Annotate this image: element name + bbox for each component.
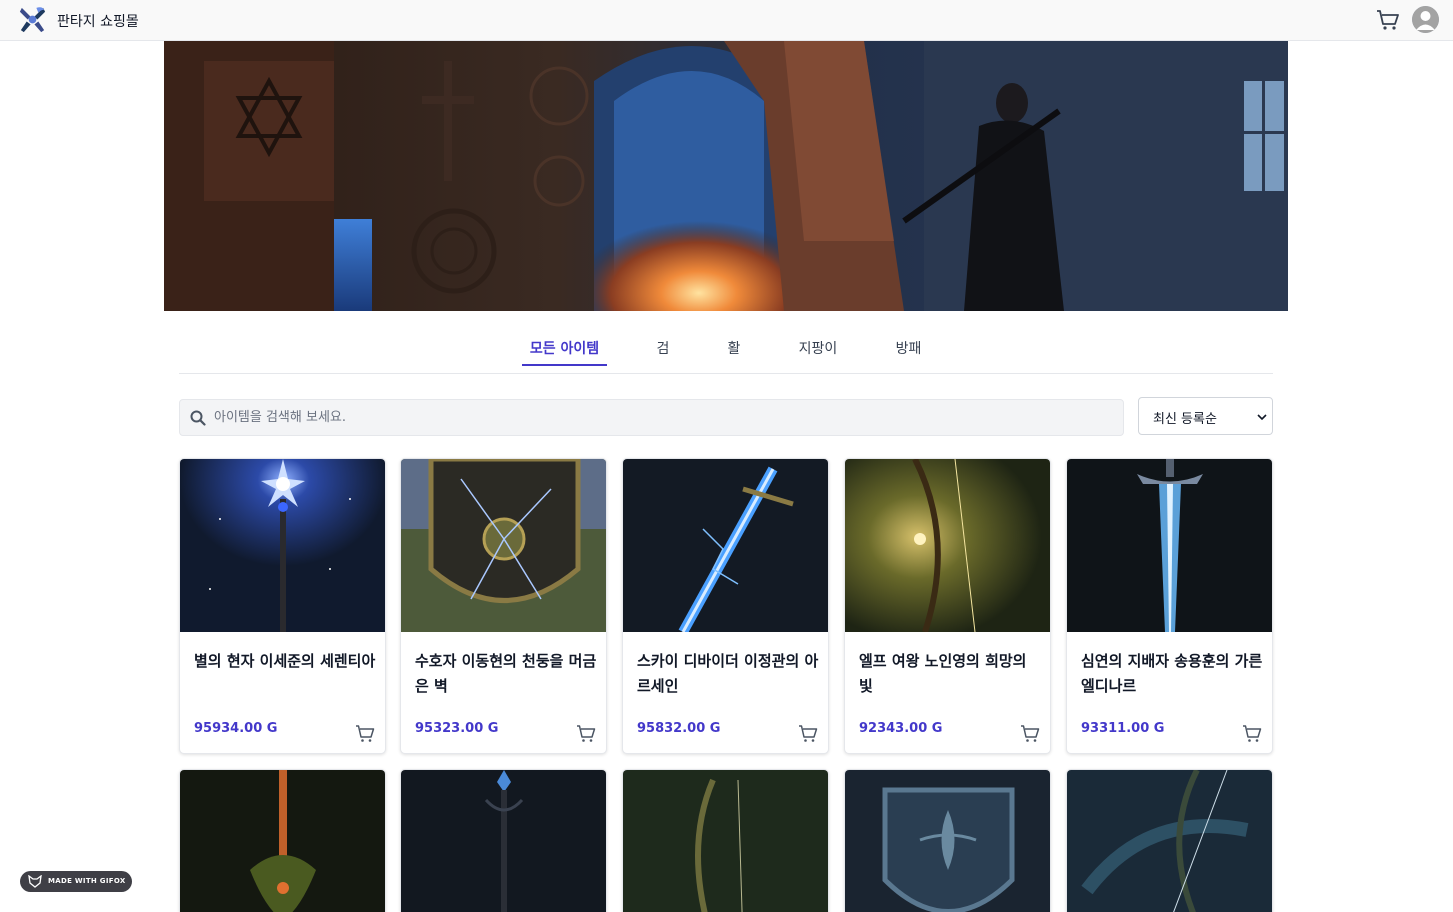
add-to-cart-icon[interactable] [355,724,375,743]
product-name: 심연의 지배자 송용훈의 가른 엘디나르 [1081,652,1263,695]
tab-staff[interactable]: 지팡이 [789,338,847,366]
product-card[interactable]: 심연의 지배자 송용훈의 가른 엘디나르 93311.00 G [1066,458,1273,754]
product-image-mist-bow [1067,770,1272,912]
user-avatar-icon[interactable] [1412,6,1439,33]
tab-sword[interactable]: 검 [647,338,679,366]
product-card[interactable]: 스카이 디바이더 이정관의 아르세인 95832.00 G [622,458,829,754]
tab-shield[interactable]: 방패 [886,338,931,366]
product-image-flame-sword [180,770,385,912]
fox-icon [28,875,42,888]
badge-label: MADE WITH GIFOX [48,877,126,885]
product-name: 스카이 디바이더 이정관의 아르세인 [637,652,819,695]
hero-banner [164,41,1288,311]
product-name: 수호자 이동현의 천둥을 머금은 벽 [415,652,597,695]
category-tabs: 모든 아이템 검 활 지팡이 방패 [179,330,1273,374]
product-card[interactable]: 엘프 여왕 노인영의 희망의 빛 92343.00 G [844,458,1051,754]
product-image-starlight-staff [180,459,385,632]
search-bar[interactable] [179,399,1124,436]
product-image-ice-sword [1067,459,1272,632]
product-card[interactable] [400,769,607,912]
cart-icon[interactable] [1376,9,1400,31]
product-name: 엘프 여왕 노인영의 희망의 빛 [859,652,1027,695]
product-image-ornate-shield [845,770,1050,912]
active-tab-indicator [522,364,607,366]
product-image-lightning-sword [623,459,828,632]
product-price: 92343.00 G [859,721,943,736]
forge-scene-illustration [164,41,1288,311]
crossed-tools-logo-icon[interactable] [17,4,48,35]
add-to-cart-icon[interactable] [1242,724,1262,743]
add-to-cart-icon[interactable] [576,724,596,743]
product-image-forest-bow [623,770,828,912]
product-price: 95832.00 G [637,721,721,736]
search-input[interactable] [214,400,1114,435]
tab-bow[interactable]: 활 [718,338,750,366]
product-image-golden-bow [845,459,1050,632]
add-to-cart-icon[interactable] [798,724,818,743]
product-price: 95323.00 G [415,721,499,736]
top-header: 판타지 쇼핑몰 [0,0,1453,41]
product-card[interactable] [1066,769,1273,912]
product-card[interactable] [179,769,386,912]
search-icon [190,410,206,426]
tab-all-items[interactable]: 모든 아이템 [522,338,607,366]
chevron-down-icon [1257,414,1267,421]
product-card[interactable]: 수호자 이동현의 천둥을 머금은 벽 95323.00 G [400,458,607,754]
product-price: 93311.00 G [1081,721,1165,736]
product-image-thunder-shield [401,459,606,632]
add-to-cart-icon[interactable] [1020,724,1040,743]
sort-select[interactable]: 최신 등록순 [1138,397,1273,435]
sort-selected-value: 최신 등록순 [1153,412,1217,427]
product-card[interactable] [622,769,829,912]
product-card[interactable]: 별의 현자 이세준의 세렌티아 95934.00 G [179,458,386,754]
product-price: 95934.00 G [194,721,278,736]
product-card[interactable] [844,769,1051,912]
brand-title[interactable]: 판타지 쇼핑몰 [57,11,139,31]
made-with-gifox-badge[interactable]: MADE WITH GIFOX [20,871,132,892]
product-name: 별의 현자 이세준의 세렌티아 [194,652,376,670]
product-image-dark-staff [401,770,606,912]
person-silhouette-icon [1412,6,1439,33]
